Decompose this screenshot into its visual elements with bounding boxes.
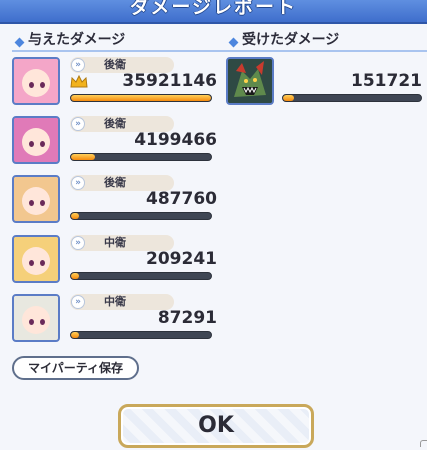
dealt-damage-value: 487760 <box>146 189 217 209</box>
portrait-eye <box>40 260 45 266</box>
dealt-damage-row: » 後衛 4199466 <box>12 116 217 168</box>
taken-damage-header: 受けたダメージ <box>226 30 427 52</box>
ok-button[interactable]: OK <box>118 404 314 448</box>
dealt-damage-bar-fill <box>71 154 95 160</box>
dealt-damage-bar-fill <box>71 332 80 338</box>
dealt-damage-row: » 中衛 209241 <box>12 235 217 287</box>
monster-icon <box>228 59 272 103</box>
dealt-damage-bar <box>70 331 212 339</box>
portrait-eye <box>40 82 45 88</box>
dealt-damage-value: 209241 <box>146 249 217 269</box>
character-portrait[interactable] <box>12 294 60 342</box>
dealt-damage-value: 4199466 <box>134 130 217 150</box>
portrait-eye <box>40 200 45 206</box>
enemy-portrait[interactable] <box>226 57 274 105</box>
dealt-damage-bar <box>70 153 212 161</box>
role-label: 中衛 <box>104 295 126 308</box>
corner-mark <box>420 440 427 447</box>
chevron-right-icon: » <box>71 58 85 72</box>
portrait-face <box>22 306 50 334</box>
portrait-eye <box>40 141 45 147</box>
portrait-face <box>22 69 50 97</box>
taken-damage-row: 151721 <box>226 57 422 109</box>
page-title: ダメージレポート <box>129 0 298 18</box>
taken-damage-value: 151721 <box>351 71 422 91</box>
dealt-damage-value: 87291 <box>157 308 217 328</box>
diamond-icon <box>14 37 25 48</box>
portrait-eye <box>29 141 34 147</box>
dealt-damage-bar-fill <box>71 273 80 279</box>
dealt-damage-row: » 中衛 87291 <box>12 294 217 346</box>
chevron-right-icon: » <box>71 176 85 190</box>
dealt-damage-row: » 後衛 35921146 <box>12 57 217 109</box>
role-label: 中衛 <box>104 236 126 249</box>
role-label: 後衛 <box>104 176 126 189</box>
portrait-face <box>22 187 50 215</box>
chevron-right-icon: » <box>71 236 85 250</box>
chevron-right-icon: » <box>71 295 85 309</box>
portrait-eye <box>29 82 34 88</box>
dealt-damage-bar <box>70 272 212 280</box>
diamond-icon <box>228 37 239 48</box>
taken-damage-label: 受けたダメージ <box>242 32 340 48</box>
my-party-save-button[interactable]: マイパーティ保存 <box>12 356 139 380</box>
dealt-damage-bar-fill <box>71 95 211 101</box>
portrait-eye <box>40 319 45 325</box>
character-portrait[interactable] <box>12 235 60 283</box>
dealt-damage-row: » 後衛 487760 <box>12 175 217 227</box>
character-portrait[interactable] <box>12 175 60 223</box>
character-portrait[interactable] <box>12 57 60 105</box>
portrait-eye <box>29 319 34 325</box>
title-bar: ダメージレポート <box>0 0 427 24</box>
portrait-face <box>22 128 50 156</box>
crown-icon <box>70 75 88 88</box>
portrait-face <box>22 247 50 275</box>
dealt-damage-label: 与えたダメージ <box>28 32 126 48</box>
taken-damage-bar <box>282 94 422 102</box>
role-label: 後衛 <box>104 117 126 130</box>
portrait-eye <box>29 260 34 266</box>
dealt-damage-value: 35921146 <box>122 71 217 91</box>
dealt-damage-header: 与えたダメージ <box>12 30 228 52</box>
portrait-eye <box>29 200 34 206</box>
taken-damage-bar-fill <box>283 95 295 101</box>
dealt-damage-bar-fill <box>71 213 80 219</box>
dealt-damage-bar <box>70 212 212 220</box>
character-portrait[interactable] <box>12 116 60 164</box>
chevron-right-icon: » <box>71 117 85 131</box>
dealt-damage-bar <box>70 94 212 102</box>
